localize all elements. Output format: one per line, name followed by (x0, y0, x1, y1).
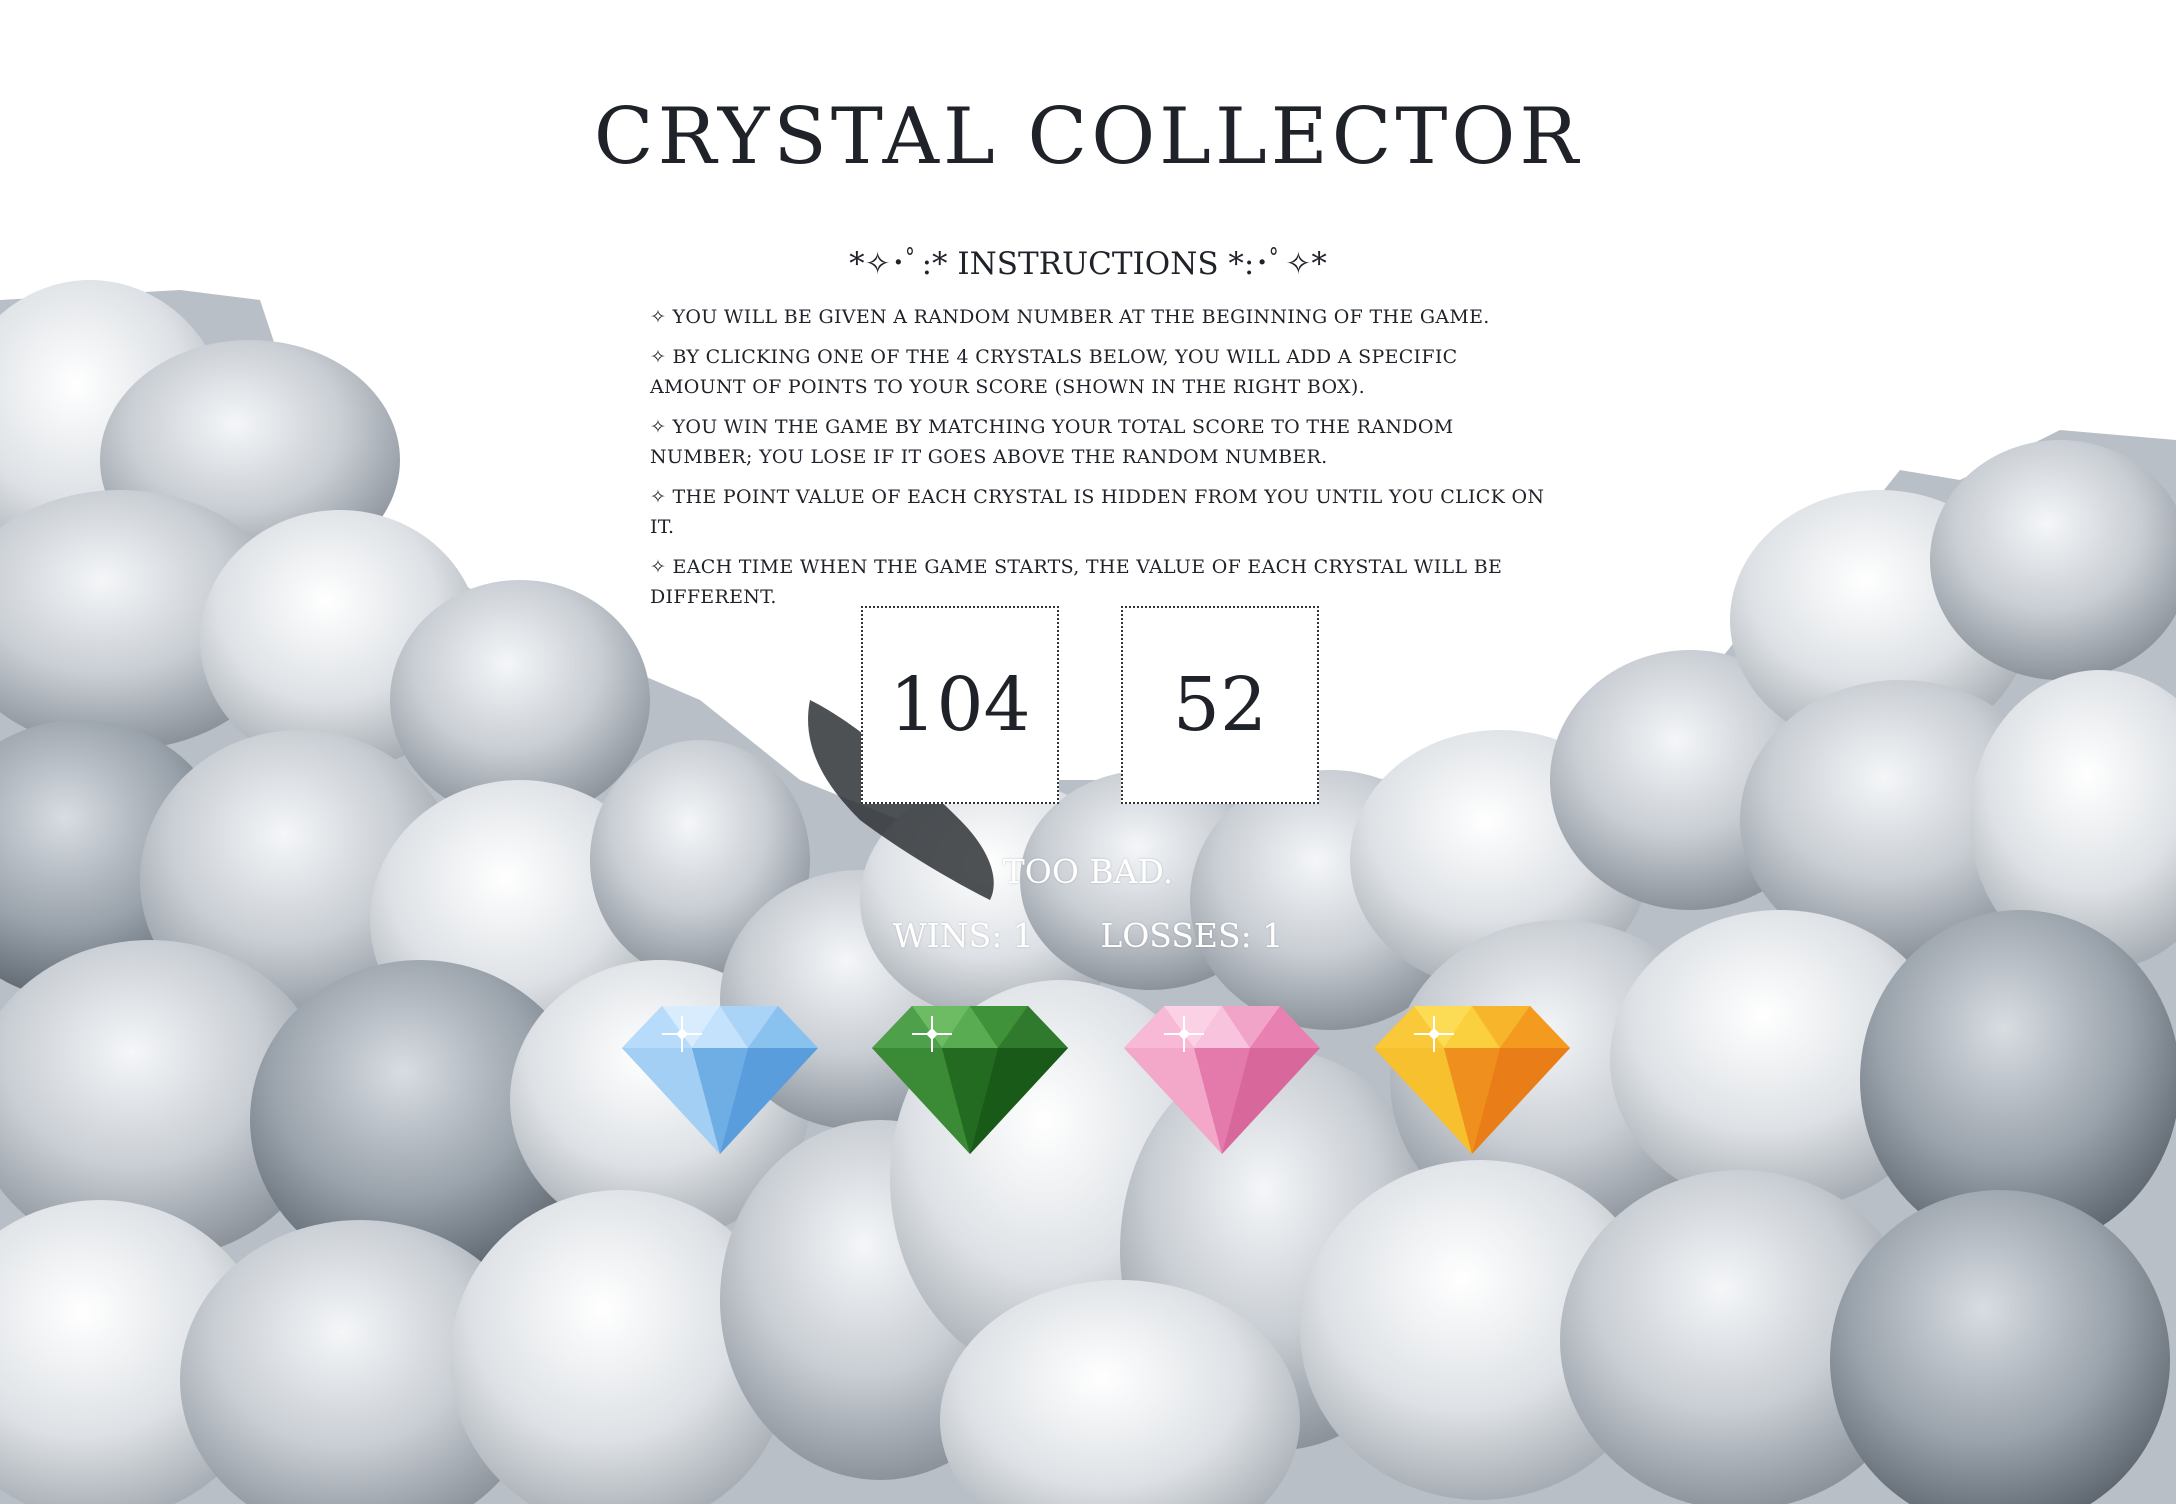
pink-crystal-button[interactable] (1124, 998, 1320, 1156)
current-score: 52 (1172, 662, 1268, 748)
instruction-item: ✧ The point value of each crystal is hid… (650, 486, 1545, 538)
blue-crystal-button[interactable] (622, 998, 818, 1156)
game-title: Crystal Collector (593, 92, 1583, 182)
instruction-item: ✧ You win the game by matching your tota… (650, 416, 1454, 468)
instructions-heading: *✧･ﾟ:* Instructions *:･ﾟ✧* (849, 246, 1327, 282)
instruction-item: ✧ You will be given a random number at t… (650, 306, 1490, 328)
orange-crystal-icon (1374, 1006, 1570, 1154)
crystal-row (622, 998, 1572, 1158)
target-number-box: 104 (861, 606, 1059, 804)
losses-counter: Losses: 1 (1100, 916, 1284, 955)
win-loss-tally: Wins: 1 Losses: 1 (0, 916, 2176, 955)
wins-counter: Wins: 1 (892, 916, 1034, 955)
pink-crystal-icon (1124, 1006, 1320, 1154)
instruction-item: ✧ Each time when the game starts, the va… (650, 556, 1503, 608)
game-page: Crystal Collector *✧･ﾟ:* Instructions *:… (0, 0, 2176, 1504)
ice-background-image (0, 0, 2176, 1504)
result-message: Too bad. (1002, 852, 1174, 891)
green-crystal-button[interactable] (872, 998, 1068, 1156)
score-box: 52 (1121, 606, 1319, 804)
green-crystal-icon (872, 1006, 1068, 1154)
instruction-item: ✧ By clicking one of the 4 crystals belo… (650, 346, 1458, 398)
instructions-list: ✧ You will be given a random number at t… (650, 302, 1550, 622)
target-number: 104 (889, 662, 1031, 748)
blue-crystal-icon (622, 1006, 818, 1154)
orange-crystal-button[interactable] (1374, 998, 1570, 1156)
